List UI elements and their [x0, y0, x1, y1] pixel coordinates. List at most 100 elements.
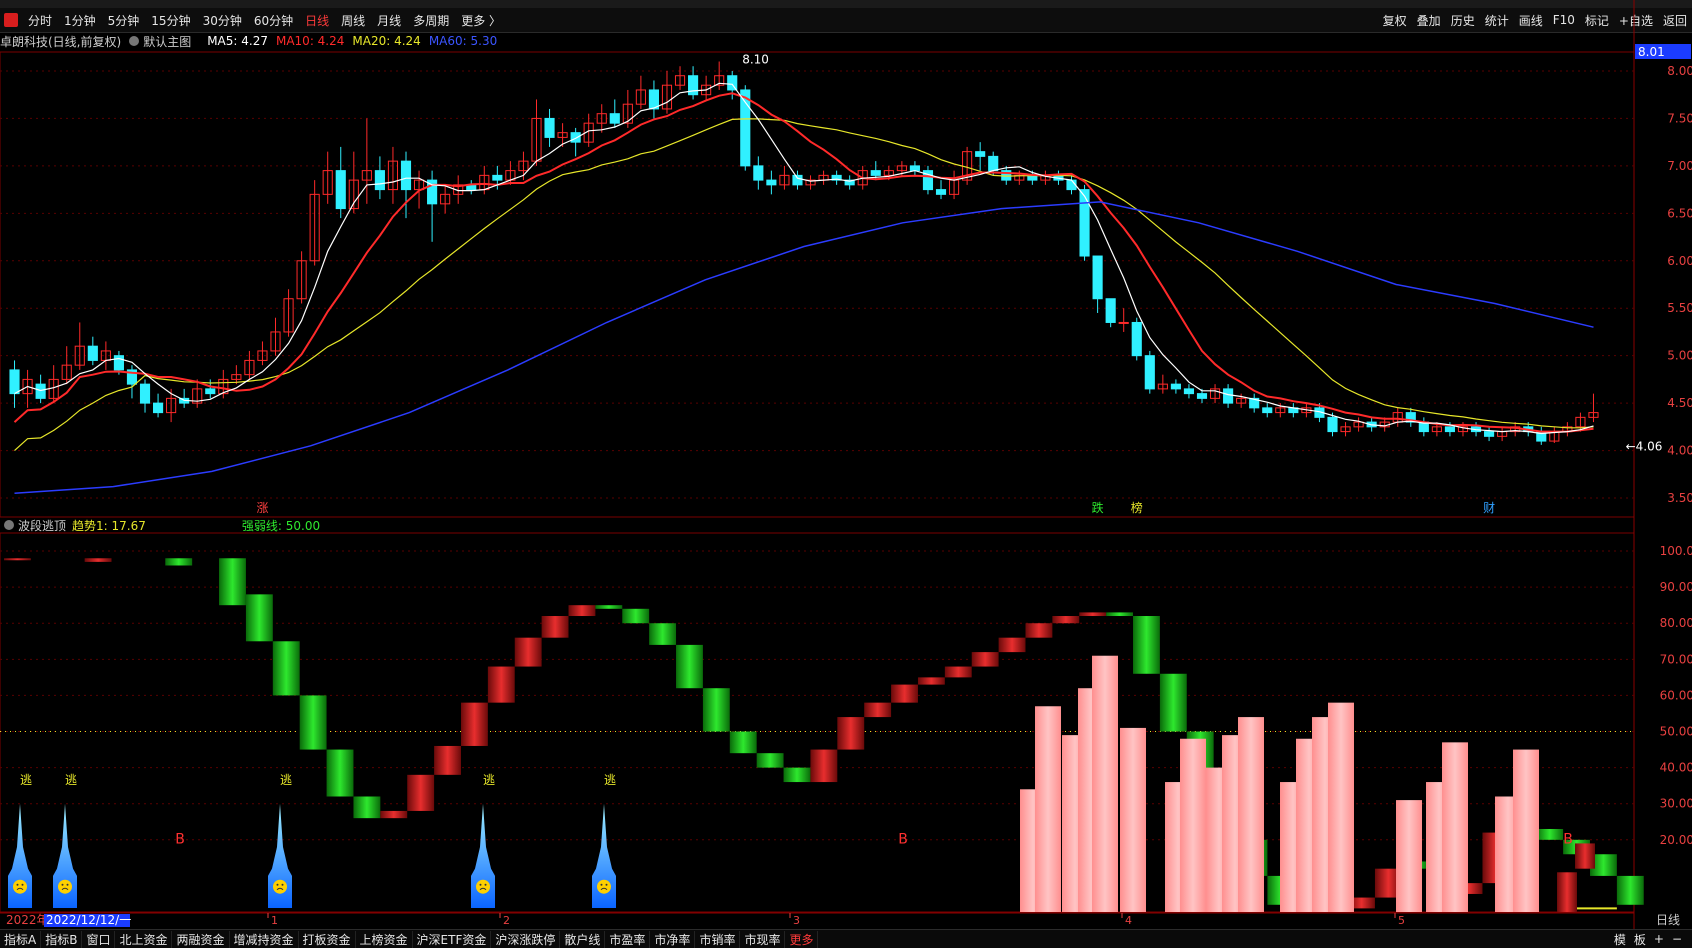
candle-body[interactable]	[701, 84, 712, 96]
candle-body[interactable]	[1562, 426, 1573, 433]
indicator-tab-0[interactable]: 指标A	[0, 930, 42, 948]
tool-button-1[interactable]: 叠加	[1412, 12, 1446, 29]
candle-body[interactable]	[1444, 426, 1456, 433]
candle-body[interactable]	[309, 193, 320, 262]
period-tab-9[interactable]: 多周期	[407, 12, 455, 29]
candle-body[interactable]	[883, 170, 894, 176]
candle-body[interactable]	[1575, 416, 1586, 428]
period-tab-0[interactable]: 分时	[22, 12, 58, 29]
candle-body[interactable]	[609, 113, 620, 124]
candle-body[interactable]	[1092, 255, 1103, 300]
candle-body[interactable]	[1249, 397, 1260, 409]
candle-body[interactable]	[1223, 388, 1234, 404]
candle-body[interactable]	[792, 174, 803, 186]
candle-body[interactable]	[935, 189, 947, 195]
candle-body[interactable]	[348, 179, 359, 210]
candle-body[interactable]	[166, 397, 177, 414]
candle-body[interactable]	[48, 378, 59, 399]
candle-body[interactable]	[779, 174, 790, 186]
candle-body[interactable]	[805, 179, 816, 186]
indicator-tab-13[interactable]: 市销率	[695, 930, 741, 948]
candle-body[interactable]	[1405, 412, 1416, 423]
chevron-down-icon[interactable]	[129, 36, 140, 46]
candle-body[interactable]	[922, 170, 934, 191]
candle-body[interactable]	[975, 151, 986, 157]
candle-body[interactable]	[387, 160, 399, 191]
candle-body[interactable]	[427, 179, 438, 205]
candle-body[interactable]	[1301, 407, 1312, 414]
tool-button-8[interactable]: 返回	[1658, 12, 1692, 29]
candle-body[interactable]	[1027, 174, 1038, 181]
candle-body[interactable]	[492, 174, 503, 181]
candle-body[interactable]	[1131, 321, 1142, 357]
candle-body[interactable]	[1536, 431, 1547, 442]
candle-body[interactable]	[1431, 426, 1442, 433]
candle-body[interactable]	[661, 84, 673, 110]
candle-body[interactable]	[1105, 298, 1116, 323]
candle-body[interactable]	[1236, 397, 1247, 404]
candle-body[interactable]	[1170, 383, 1181, 390]
candle-body[interactable]	[557, 132, 568, 138]
event-marker[interactable]: 跌	[1092, 500, 1104, 515]
candle-body[interactable]	[9, 369, 20, 395]
candle-body[interactable]	[1327, 416, 1338, 433]
candle-body[interactable]	[727, 75, 738, 91]
candle-body[interactable]	[453, 184, 464, 195]
candle-body[interactable]	[622, 103, 633, 124]
indicator-toggle-icon[interactable]	[4, 520, 14, 530]
candle-body[interactable]	[635, 89, 646, 105]
candle-body[interactable]	[909, 165, 920, 172]
indicator-tab-7[interactable]: 上榜资金	[356, 930, 413, 948]
candle-body[interactable]	[1457, 426, 1469, 433]
candle-body[interactable]	[100, 350, 111, 361]
candle-body[interactable]	[1118, 321, 1129, 324]
candle-body[interactable]	[896, 165, 907, 172]
candle-body[interactable]	[1470, 426, 1482, 433]
candle-body[interactable]	[1366, 421, 1377, 428]
indicator-tab-15[interactable]: 更多	[785, 930, 819, 948]
candle-body[interactable]	[1497, 431, 1508, 437]
candle-body[interactable]	[1588, 412, 1599, 418]
candle-body[interactable]	[688, 75, 699, 96]
period-tab-5[interactable]: 60分钟	[248, 12, 299, 29]
candle-body[interactable]	[1262, 407, 1273, 414]
candle-body[interactable]	[1484, 431, 1495, 437]
indicator-tab-12[interactable]: 市净率	[650, 930, 696, 948]
indicator-tab-11[interactable]: 市盈率	[605, 930, 651, 948]
candle-body[interactable]	[335, 170, 346, 210]
candle-body[interactable]	[152, 402, 164, 414]
candle-body[interactable]	[1340, 426, 1351, 433]
bottom-control-2[interactable]: +	[1650, 932, 1668, 946]
tool-button-7[interactable]: +自选	[1614, 12, 1658, 29]
indicator-tab-10[interactable]: 散户线	[560, 930, 606, 948]
tool-button-5[interactable]: F10	[1548, 13, 1580, 27]
candle-body[interactable]	[283, 298, 294, 333]
candle-body[interactable]	[1014, 174, 1025, 181]
candle-body[interactable]	[244, 359, 255, 376]
candle-body[interactable]	[1183, 388, 1195, 395]
candle-body[interactable]	[218, 378, 229, 395]
indicator-tab-3[interactable]: 北上资金	[115, 930, 173, 948]
candle-body[interactable]	[674, 75, 686, 86]
candle-body[interactable]	[466, 184, 477, 191]
candle-body[interactable]	[1418, 421, 1429, 433]
event-marker[interactable]: 涨	[256, 500, 268, 515]
bottom-control-1[interactable]: 板	[1630, 931, 1650, 948]
candle-body[interactable]	[1510, 426, 1521, 433]
candle-body[interactable]	[1079, 189, 1090, 257]
candle-body[interactable]	[1196, 393, 1208, 399]
candle-body[interactable]	[113, 355, 124, 371]
candle-body[interactable]	[87, 345, 98, 361]
candle-body[interactable]	[857, 170, 868, 186]
candle-body[interactable]	[192, 388, 203, 404]
indicator-tab-8[interactable]: 沪深ETF资金	[413, 930, 492, 948]
candle-body[interactable]	[505, 170, 516, 181]
candle-body[interactable]	[1314, 407, 1325, 418]
bottom-control-3[interactable]: −	[1668, 932, 1686, 946]
period-tab-1[interactable]: 1分钟	[58, 12, 102, 29]
candle-body[interactable]	[1209, 388, 1221, 399]
candle-body[interactable]	[544, 117, 555, 138]
candle-body[interactable]	[231, 374, 242, 380]
candle-body[interactable]	[139, 383, 151, 404]
tool-button-6[interactable]: 标记	[1580, 12, 1614, 29]
